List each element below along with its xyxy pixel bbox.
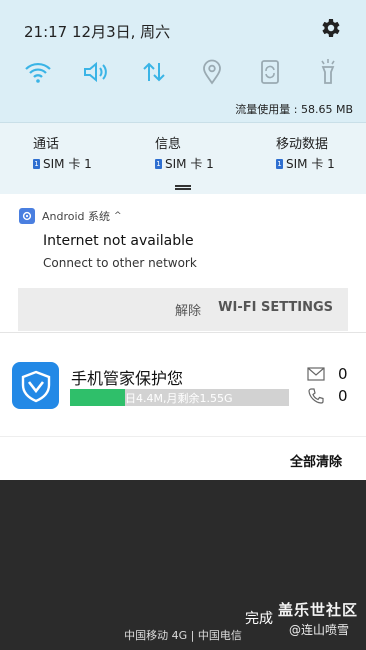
flashlight-icon	[321, 59, 335, 84]
sim-calls-title: 通话	[33, 137, 60, 152]
mobile-data-tile[interactable]	[134, 56, 174, 88]
notification-shade-background: 完成 中国移动 4G | 中国电信 盖乐世社区 @连山喷雪	[0, 480, 366, 650]
clear-all-bar: 全部清除	[0, 436, 366, 480]
sim-mobile-data-title: 移动数据	[276, 137, 329, 152]
complete-button[interactable]: 完成	[245, 608, 273, 628]
sim-mobile-data-subtitle: 1 SIM 卡 1	[276, 155, 366, 172]
sim-mobile-data[interactable]: 移动数据 1 SIM 卡 1	[276, 133, 366, 172]
speaker-icon	[84, 61, 107, 83]
quick-settings-panel: 21:17 12月3日, 周六 流量使用量: 58.65 MB	[0, 0, 366, 122]
watermark-handle: @连山喷雪	[289, 623, 350, 637]
notification-app-name: Android 系统	[42, 210, 111, 223]
phone-manager-notification[interactable]: 手机管家保护您 日4.4M,月剩余1.55G 0 0	[0, 332, 366, 436]
phone-manager-title: 手机管家保护您	[71, 369, 184, 388]
rotation-tile[interactable]	[250, 56, 290, 88]
notification-text: Connect to other network	[43, 256, 197, 270]
message-count-value: 0	[338, 365, 348, 383]
sim-panel: 通话 1 SIM 卡 1 信息 1 SIM 卡 1 移动数据 1 SIM 卡 1	[0, 122, 366, 194]
sim-calls[interactable]: 通话 1 SIM 卡 1	[33, 133, 143, 172]
notification-title: Internet not available	[43, 233, 194, 249]
data-arrows-icon	[143, 62, 165, 82]
data-usage-label[interactable]: 流量使用量 : 58.65 MB	[235, 101, 353, 117]
data-usage-bar-text: 日4.4M,月剩余1.55G	[125, 392, 233, 405]
rotate-icon	[261, 60, 279, 84]
status-time-date: 21:17 12月3日, 周六	[24, 23, 171, 41]
sim-mobile-data-sim: SIM 卡 1	[286, 157, 335, 171]
data-usage-bar-fill	[70, 389, 125, 406]
sim-messages-subtitle: 1 SIM 卡 1	[155, 155, 265, 172]
watermark-title: 盖乐世社区	[278, 601, 359, 619]
call-count-value: 0	[338, 387, 348, 405]
wifi-icon	[25, 62, 51, 83]
sim-card-icon: 1	[33, 158, 40, 169]
wifi-settings-button[interactable]: WI-FI SETTINGS	[218, 300, 333, 315]
location-tile[interactable]	[192, 56, 232, 88]
quick-settings-tiles	[18, 56, 348, 88]
panel-drag-handle[interactable]	[175, 185, 191, 190]
notification-header[interactable]: Android 系统 ^	[19, 208, 122, 224]
notification-actions: 解除 WI-FI SETTINGS	[18, 288, 348, 331]
android-icon	[19, 208, 35, 224]
sim-messages-sim: SIM 卡 1	[165, 157, 214, 171]
dismiss-button[interactable]: 解除	[175, 300, 201, 319]
notification-internet[interactable]: Android 系统 ^ Internet not available Conn…	[0, 194, 366, 332]
sim-messages-title: 信息	[155, 137, 182, 152]
clear-all-button[interactable]: 全部清除	[290, 451, 342, 470]
data-usage-bar: 日4.4M,月剩余1.55G	[70, 389, 289, 406]
sim-card-icon: 1	[276, 158, 283, 169]
sound-tile[interactable]	[76, 56, 116, 88]
sim-calls-sim: SIM 卡 1	[43, 157, 92, 171]
phone-icon	[308, 388, 324, 404]
flashlight-tile[interactable]	[308, 56, 348, 88]
envelope-icon	[307, 367, 325, 381]
location-pin-icon	[203, 59, 221, 85]
sim-messages[interactable]: 信息 1 SIM 卡 1	[155, 133, 265, 172]
phone-manager-shield-icon	[12, 362, 59, 409]
message-count: 0	[307, 365, 353, 383]
gear-icon[interactable]	[318, 16, 342, 40]
sim-calls-subtitle: 1 SIM 卡 1	[33, 155, 143, 172]
chevron-up-icon[interactable]: ^	[114, 211, 122, 221]
call-count: 0	[307, 387, 353, 405]
sim-card-icon: 1	[155, 158, 162, 169]
wifi-tile[interactable]	[18, 56, 58, 88]
